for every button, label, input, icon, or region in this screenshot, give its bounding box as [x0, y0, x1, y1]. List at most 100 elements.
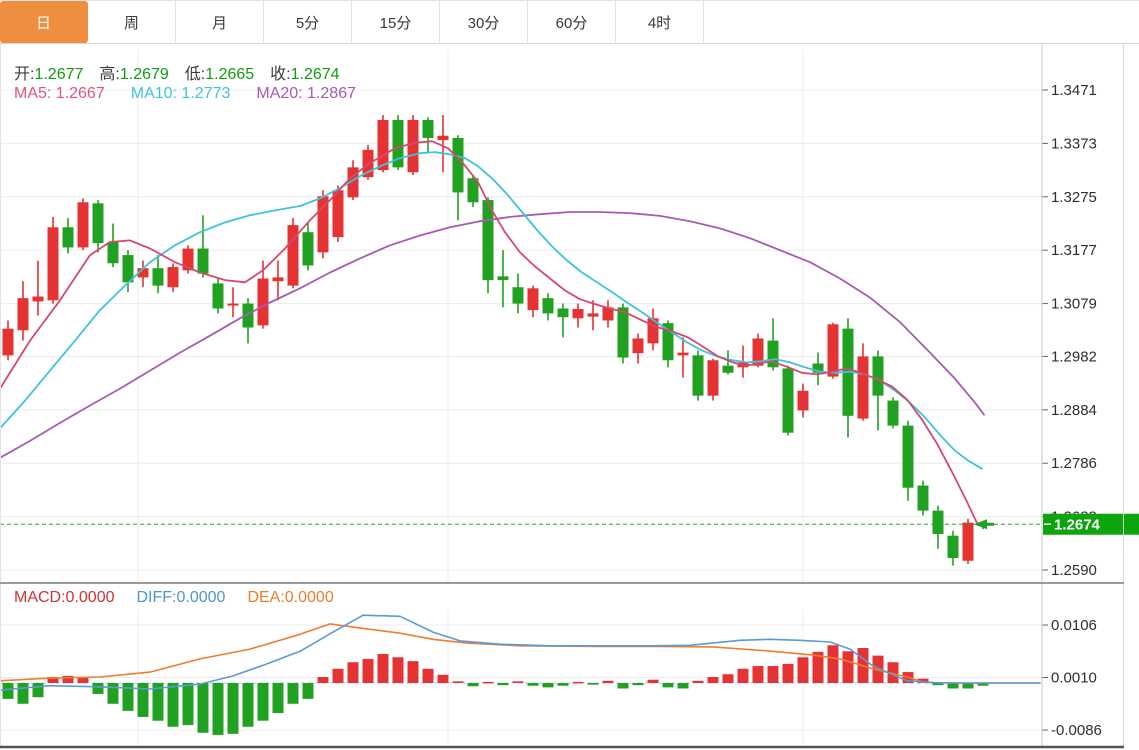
- candle-body: [168, 267, 179, 287]
- open-value: 1.2677: [34, 66, 83, 83]
- candle-body: [408, 120, 419, 172]
- macd-bar: [483, 682, 494, 684]
- candle-body: [18, 298, 29, 330]
- macd-bar: [663, 683, 674, 687]
- candle-body: [783, 368, 794, 432]
- macd-bar: [963, 683, 974, 688]
- macd-bar: [108, 683, 119, 704]
- macd-bar: [513, 681, 524, 683]
- candle-body: [513, 287, 524, 303]
- low-label: 低:: [185, 66, 205, 83]
- close-label: 收:: [270, 66, 290, 83]
- candle-body: [423, 120, 434, 138]
- candle-body: [48, 227, 59, 300]
- candle-body: [498, 276, 509, 280]
- candle-body: [828, 324, 839, 376]
- macd-axis-label: 0.0010: [1051, 670, 1097, 687]
- candle-body: [228, 304, 239, 306]
- macd-bar: [78, 678, 89, 683]
- tab-month[interactable]: 月: [176, 1, 264, 43]
- trading-chart-window: { "tabs": { "active_index": 0, "items": …: [0, 0, 1139, 750]
- tab-15min[interactable]: 15分: [352, 1, 440, 43]
- macd-bar: [18, 683, 29, 704]
- macd-bar: [228, 683, 239, 734]
- candle-body: [213, 283, 224, 308]
- candle-body: [708, 360, 719, 395]
- macd-bar: [843, 651, 854, 683]
- macd-bar: [708, 677, 719, 683]
- macd-bar: [693, 681, 704, 683]
- price-axis-label: 1.3471: [1051, 82, 1097, 99]
- candle-body: [918, 486, 929, 511]
- candle-body: [198, 249, 209, 274]
- candle-body: [678, 353, 689, 356]
- candle-body: [633, 338, 644, 353]
- candle-body: [618, 307, 629, 357]
- candle-body: [33, 296, 44, 301]
- tab-30min[interactable]: 30分: [440, 1, 528, 43]
- candle-body: [933, 511, 944, 534]
- candle-body: [258, 279, 269, 326]
- macd-legend: MACD:0.0000DIFF:0.0000DEA:0.0000: [14, 589, 334, 607]
- tab-60min[interactable]: 60分: [528, 1, 616, 43]
- macd-bar: [453, 681, 464, 683]
- macd-bar: [828, 645, 839, 683]
- price-axis-label: 1.2982: [1051, 348, 1097, 365]
- macd-bar: [723, 674, 734, 683]
- candle-body: [333, 190, 344, 237]
- candle-body: [588, 313, 599, 316]
- macd-bar: [753, 666, 764, 683]
- macd-bar: [528, 683, 539, 686]
- candle-body: [558, 308, 569, 317]
- candle-body: [723, 366, 734, 373]
- ma20-value: MA20: 1.2867: [256, 85, 356, 102]
- macd-bar: [273, 683, 284, 713]
- macd-axis-label: -0.0086: [1051, 722, 1102, 739]
- candle-body: [948, 536, 959, 558]
- candle-body: [453, 138, 464, 192]
- macd-bar: [618, 683, 629, 688]
- candle-body: [153, 268, 164, 285]
- macd-bar: [948, 683, 959, 688]
- diff-line: [0, 615, 1040, 690]
- macd-bar: [393, 657, 404, 683]
- tab-4hour[interactable]: 4时: [616, 1, 704, 43]
- candle-body: [3, 329, 14, 356]
- dea-line: [0, 624, 1040, 683]
- candle-body: [873, 356, 884, 395]
- candle-body: [528, 288, 539, 310]
- macd-bar: [318, 677, 329, 683]
- ma10-line: [0, 152, 982, 469]
- price-axis-label: 1.2884: [1051, 402, 1097, 419]
- tab-day[interactable]: 日: [0, 1, 88, 43]
- macd-bar: [468, 683, 479, 686]
- chart-canvas[interactable]: 1.34711.33731.32751.31771.30791.29821.28…: [0, 0, 1139, 750]
- macd-bar: [288, 683, 299, 704]
- macd-bar: [348, 662, 359, 683]
- macd-bar: [303, 683, 314, 699]
- macd-bar: [768, 666, 779, 683]
- macd-bar: [258, 683, 269, 721]
- ohlc-legend: 开:1.2677高:1.2679低:1.2665收:1.2674: [14, 60, 356, 84]
- price-axis-label: 1.2786: [1051, 455, 1097, 472]
- candle-body: [303, 232, 314, 265]
- diff-value: DIFF:0.0000: [137, 589, 226, 606]
- price-axis-label: 1.3079: [1051, 296, 1097, 313]
- tab-5min[interactable]: 5分: [264, 1, 352, 43]
- tab-week[interactable]: 周: [88, 1, 176, 43]
- candle-body: [483, 200, 494, 280]
- macd-bar: [423, 669, 434, 683]
- candle-body: [573, 309, 584, 318]
- period-tab-bar: 日周月5分15分30分60分4时: [0, 0, 1139, 44]
- current-price-tag-text: 1.2674: [1054, 517, 1101, 534]
- macd-bar: [243, 683, 254, 727]
- macd-bar: [408, 661, 419, 683]
- high-value: 1.2679: [120, 66, 169, 83]
- low-value: 1.2665: [205, 66, 254, 83]
- price-axis-label: 1.3275: [1051, 189, 1097, 206]
- macd-bar: [183, 683, 194, 725]
- macd-bar: [558, 683, 569, 686]
- macd-bar: [33, 683, 44, 697]
- price-axis-label: 1.2590: [1051, 562, 1097, 579]
- macd-bar: [498, 683, 509, 685]
